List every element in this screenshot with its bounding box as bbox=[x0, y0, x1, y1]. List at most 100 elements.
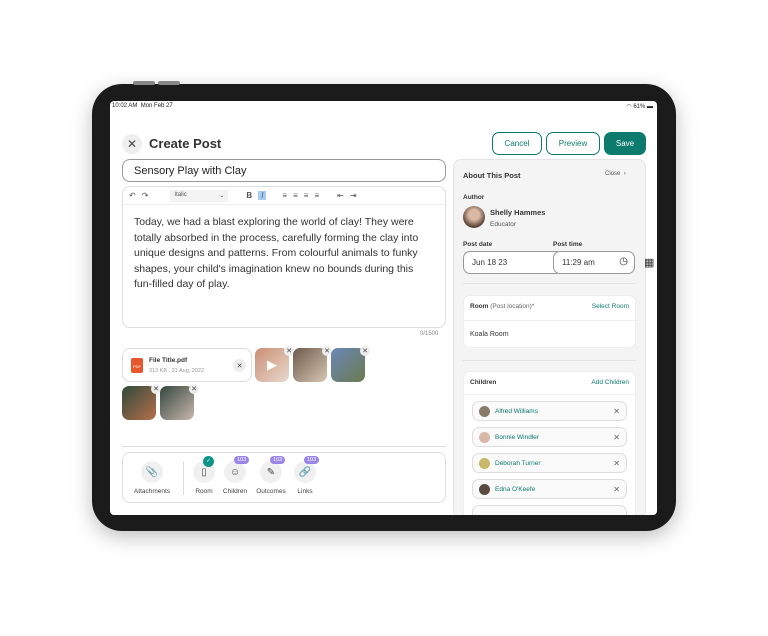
preview-button[interactable]: Preview bbox=[546, 132, 600, 155]
rich-text-editor[interactable]: ↶ ↷ Italic ⌄ B I ≡ ≡ ≡ ≡ ⇤ ⇥ Today, we ha… bbox=[122, 186, 446, 328]
panel-title: About This Post bbox=[463, 171, 521, 180]
child-name: Alfred Williams bbox=[495, 407, 538, 415]
note-edit-icon: ✎ bbox=[260, 461, 282, 483]
post-body[interactable]: Today, we had a blast exploring the worl… bbox=[123, 205, 445, 303]
align-center-icon[interactable]: ≡ bbox=[293, 191, 298, 200]
remove-child-icon[interactable]: ✕ bbox=[613, 459, 620, 468]
remove-media-icon[interactable]: ✕ bbox=[189, 384, 199, 394]
remove-media-icon[interactable]: ✕ bbox=[360, 346, 370, 356]
cancel-button[interactable]: Cancel bbox=[492, 132, 542, 155]
panel-close-button[interactable]: Close › bbox=[605, 171, 626, 177]
status-date: Mon Feb 27 bbox=[140, 103, 173, 109]
child-chip[interactable]: Deborah Turner ✕ bbox=[472, 453, 627, 473]
child-name: Edna O'Keefe bbox=[495, 485, 536, 493]
chevron-down-icon: ⌄ bbox=[219, 192, 225, 199]
align-left-icon[interactable]: ≡ bbox=[282, 191, 287, 200]
attachments-label: Attachments bbox=[133, 488, 171, 495]
room-subtitle: (Post location)* bbox=[490, 303, 535, 310]
char-counter: 0/1500 bbox=[420, 331, 439, 337]
text-style-select[interactable]: Italic ⌄ bbox=[170, 189, 229, 202]
about-post-panel: About This Post Close › Author Shelly Ha… bbox=[453, 159, 654, 515]
status-time: 10:02 AM bbox=[112, 103, 138, 109]
room-label: Room (Post location)* bbox=[470, 303, 534, 310]
undo-icon[interactable]: ↶ bbox=[129, 191, 136, 200]
child-face-icon: ☺ bbox=[224, 461, 246, 483]
child-name: Deborah Turner bbox=[495, 459, 541, 467]
children-card: Children Add Children Alfred Williams ✕ B… bbox=[463, 371, 636, 515]
divider bbox=[463, 283, 636, 284]
post-date-label: Post date bbox=[463, 241, 493, 248]
child-chip[interactable]: Edna O'Keefe ✕ bbox=[472, 479, 627, 499]
remove-file-icon[interactable]: ✕ bbox=[233, 359, 246, 372]
status-bar: 10:02 AM Mon Feb 27 ◠ 61% ▬ bbox=[112, 103, 653, 110]
children-label: Children bbox=[222, 488, 248, 495]
child-avatar bbox=[479, 405, 490, 417]
file-meta: 313 KB . 31 Aug, 2022 bbox=[149, 368, 205, 374]
room-label: Room bbox=[195, 488, 213, 495]
divider bbox=[122, 446, 446, 447]
file-attachment[interactable]: PDF File Title.pdf 313 KB . 31 Aug, 2022… bbox=[122, 348, 252, 382]
children-count-badge: 103 bbox=[234, 456, 250, 464]
child-chip[interactable]: Alfred Williams ✕ bbox=[472, 401, 627, 421]
author-avatar bbox=[463, 206, 485, 228]
panel-close-label: Close bbox=[605, 171, 621, 177]
remove-child-icon[interactable]: ✕ bbox=[613, 433, 620, 442]
author-name: Shelly Hammes bbox=[490, 208, 546, 217]
child-avatar bbox=[479, 483, 490, 495]
remove-child-icon[interactable]: ✕ bbox=[613, 485, 620, 494]
pdf-icon: PDF bbox=[131, 358, 143, 373]
redo-icon[interactable]: ↷ bbox=[142, 191, 149, 200]
author-role: Educator bbox=[490, 221, 517, 228]
clock-icon: ◷ bbox=[619, 256, 628, 267]
outdent-icon[interactable]: ⇤ bbox=[337, 191, 344, 200]
chevron-right-icon: › bbox=[623, 171, 626, 177]
add-children-link[interactable]: Add Children bbox=[591, 379, 629, 386]
post-title-input[interactable]: Sensory Play with Clay bbox=[122, 159, 446, 182]
play-icon: ▶ bbox=[267, 357, 277, 372]
link-icon: 🔗 bbox=[294, 461, 316, 483]
room-value: Koala Room bbox=[470, 331, 509, 338]
select-room-link[interactable]: Select Room bbox=[592, 303, 629, 310]
wifi-icon: ◠ bbox=[626, 104, 632, 110]
children-title: Children bbox=[470, 379, 497, 386]
page-title: Create Post bbox=[149, 136, 222, 151]
remove-child-icon[interactable]: ✕ bbox=[613, 407, 620, 416]
author-label: Author bbox=[463, 194, 485, 201]
close-icon: ✕ bbox=[126, 137, 138, 151]
child-chip[interactable] bbox=[472, 505, 627, 515]
post-date-input[interactable]: Jun 18 23 bbox=[463, 251, 563, 274]
child-avatar bbox=[479, 457, 490, 469]
room-card: Room (Post location)* Select Room Koala … bbox=[463, 295, 636, 348]
text-style-value: Italic bbox=[174, 191, 187, 198]
volume-button bbox=[158, 81, 180, 85]
pdf-icon-label: PDF bbox=[133, 364, 141, 369]
close-button[interactable]: ✕ bbox=[122, 134, 142, 154]
post-options-bar: 📎 Attachments ▯ ✓ Room ☺ 103 Children ✎ 103 Out… bbox=[122, 452, 446, 503]
child-name: Bonnie Windler bbox=[495, 433, 540, 441]
links-label: Links bbox=[297, 488, 313, 495]
save-button[interactable]: Save bbox=[604, 132, 646, 155]
links-count-badge: 103 bbox=[304, 456, 320, 464]
attachments-button[interactable]: 📎 Attachments bbox=[129, 461, 175, 495]
child-avatar bbox=[479, 431, 490, 443]
battery-text: 61% bbox=[633, 104, 646, 110]
volume-button bbox=[133, 81, 155, 85]
bold-icon[interactable]: B bbox=[246, 191, 252, 200]
post-time-input[interactable]: 11:29 am ◷ bbox=[553, 251, 635, 274]
align-right-icon[interactable]: ≡ bbox=[304, 191, 309, 200]
paperclip-icon: 📎 bbox=[141, 461, 163, 483]
italic-icon[interactable]: I bbox=[258, 191, 267, 200]
screen: 10:02 AM Mon Feb 27 ◠ 61% ▬ ✕ Create Pos… bbox=[110, 101, 657, 515]
post-time-value: 11:29 am bbox=[562, 258, 595, 267]
post-time-label: Post time bbox=[553, 241, 583, 248]
editor-toolbar: ↶ ↷ Italic ⌄ B I ≡ ≡ ≡ ≡ ⇤ ⇥ bbox=[123, 187, 445, 205]
battery-icon: ▬ bbox=[647, 104, 653, 110]
room-title: Room bbox=[470, 303, 489, 310]
file-name: File Title.pdf bbox=[149, 357, 188, 364]
links-button[interactable]: 🔗 103 Links bbox=[282, 456, 328, 495]
child-chip[interactable]: Bonnie Windler ✕ bbox=[472, 427, 627, 447]
divider bbox=[463, 360, 636, 361]
calendar-icon[interactable]: ▦ bbox=[644, 256, 654, 269]
indent-icon[interactable]: ⇥ bbox=[350, 191, 357, 200]
align-justify-icon[interactable]: ≡ bbox=[314, 191, 319, 200]
